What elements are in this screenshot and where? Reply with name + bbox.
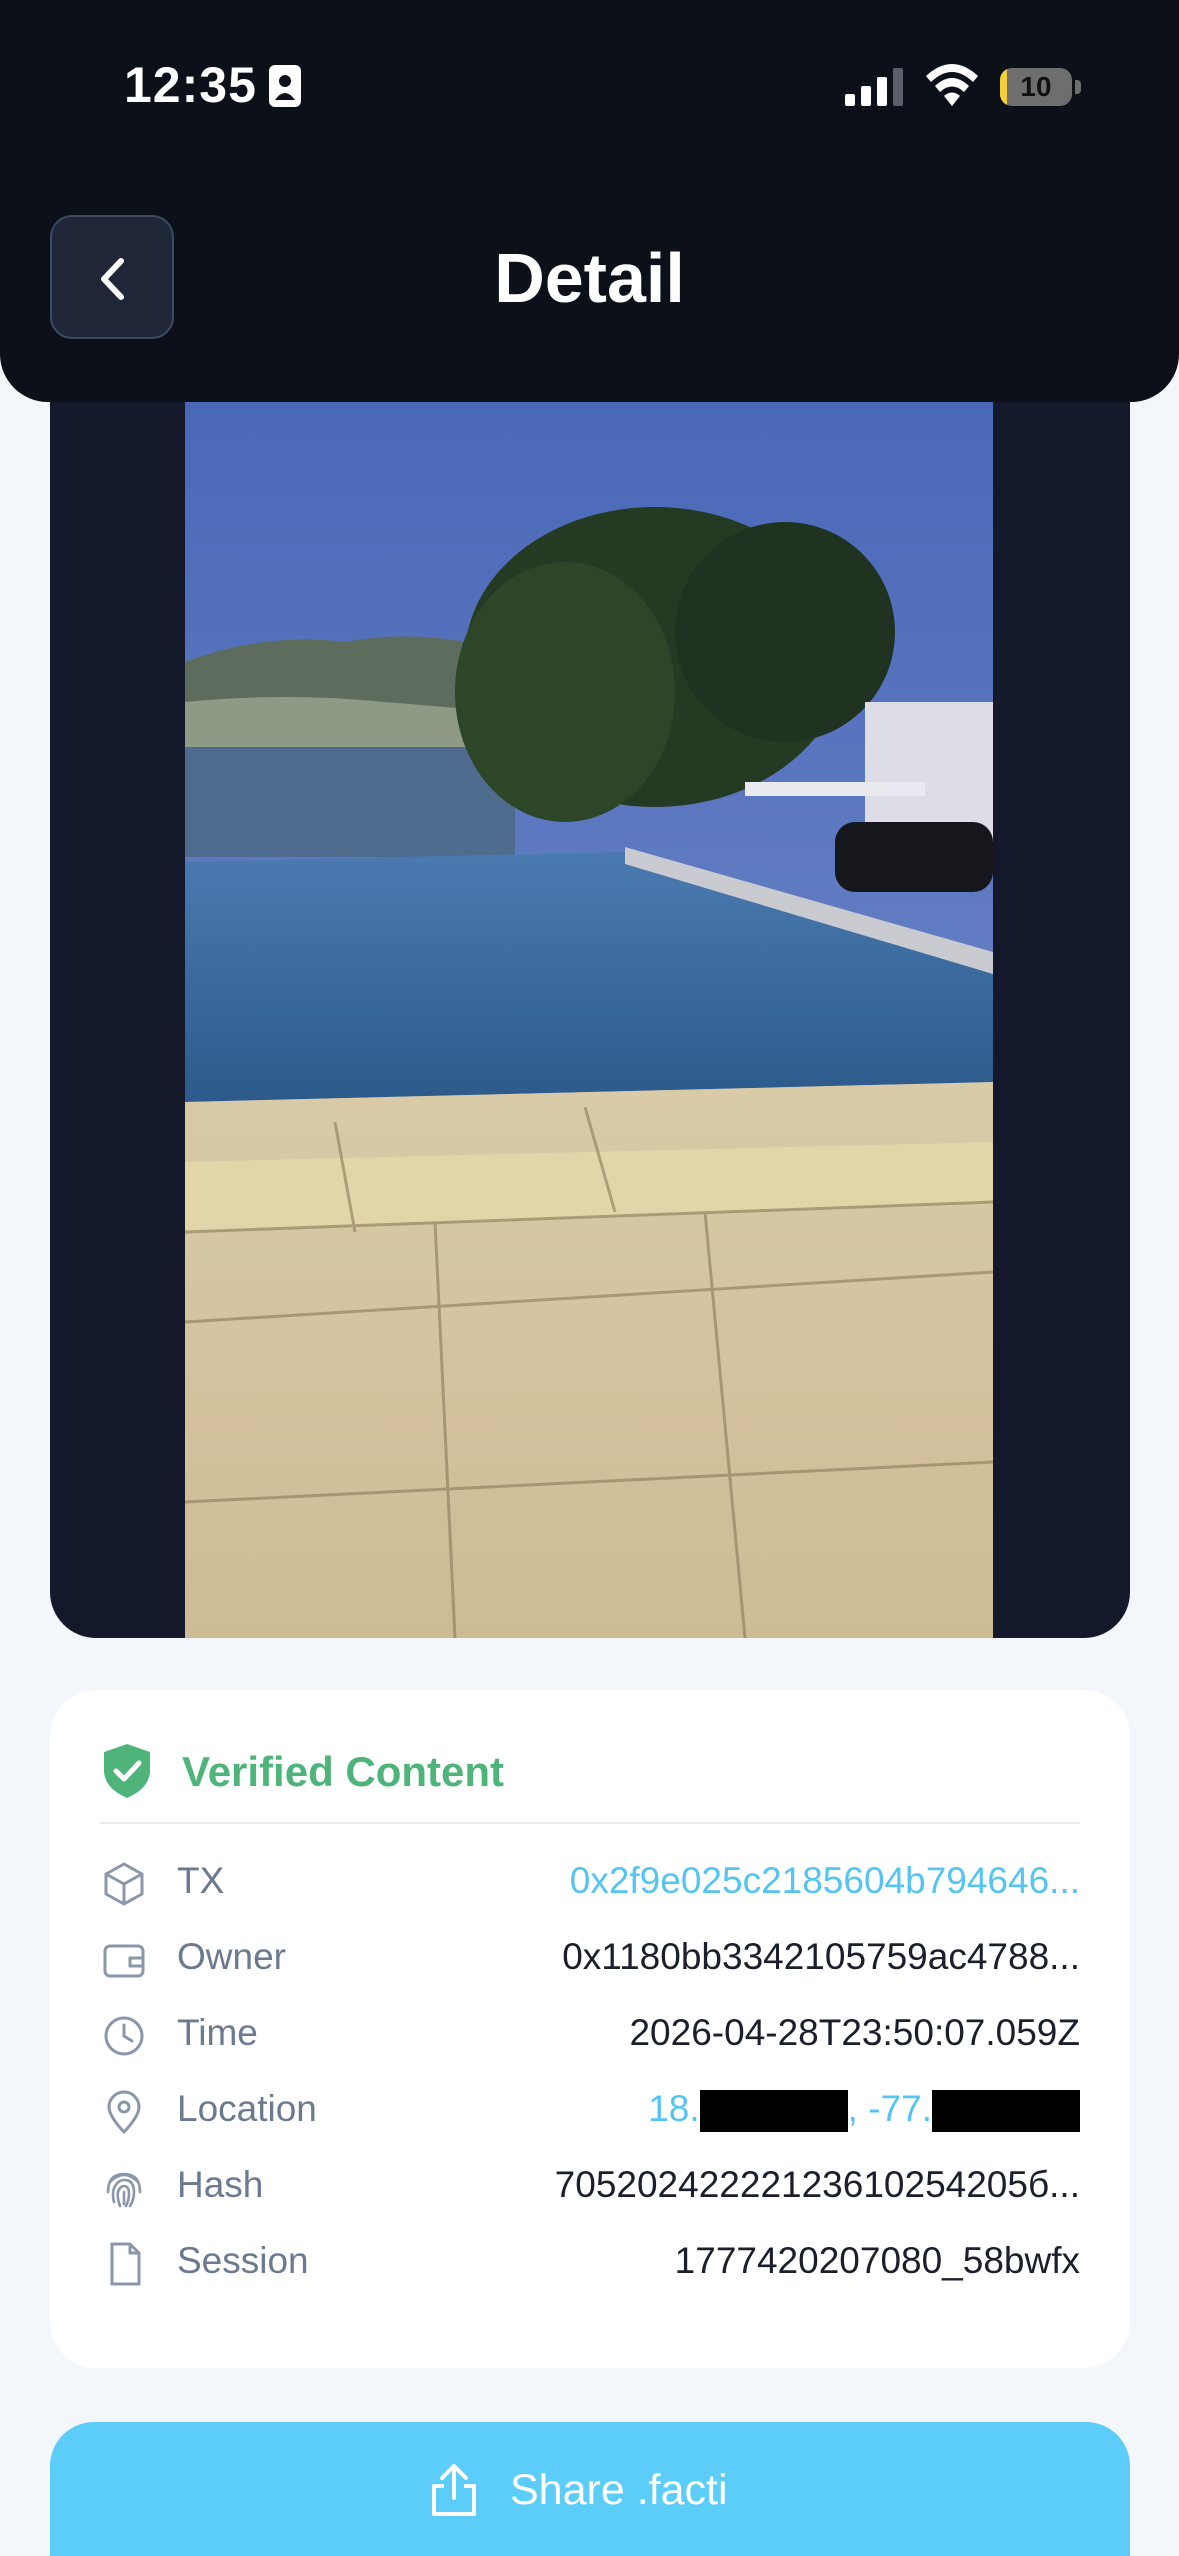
fingerprint-icon [106, 2172, 142, 2208]
latitude-prefix: 18. [648, 2088, 700, 2129]
id-card-icon [269, 65, 301, 107]
status-bar: 12:35 10 [0, 0, 1179, 150]
shield-check-icon [104, 1744, 150, 1798]
redaction-bar [932, 2090, 1080, 2133]
divider [100, 1822, 1080, 1824]
tx-value-link[interactable]: 0x2f9e025c2185604b794646... [570, 1860, 1080, 1902]
share-icon [432, 2464, 476, 2516]
map-pin-icon [107, 2090, 141, 2134]
file-icon [110, 2242, 141, 2286]
redaction-bar [699, 2090, 848, 2133]
clock: 12:35 [124, 57, 257, 113]
header: 12:35 10 Detail [0, 0, 1179, 402]
media-card [50, 330, 1130, 1638]
page-title: Detail [494, 239, 685, 317]
owner-label: Owner [177, 1936, 286, 1977]
longitude-prefix: , -77. [847, 2088, 932, 2129]
time-label: Time [177, 2012, 258, 2053]
owner-value: 0x1180bb3342105759ac4788... [562, 1936, 1080, 1977]
battery-level: 10 [1020, 71, 1052, 102]
tx-label: TX [177, 1860, 225, 1901]
session-row: Session 1777420207080_58bwfx [100, 2232, 1080, 2302]
share-button[interactable]: Share .facti [50, 2422, 1130, 2556]
hash-value: 70520242222123610254205б... [554, 2164, 1080, 2205]
location-row: Location 18. , -77. [100, 2080, 1080, 2150]
time-row: Time 2026-04-28T23:50:07.059Z [100, 2004, 1080, 2074]
hash-row: Hash 70520242222123610254205б... [100, 2156, 1080, 2226]
battery-cap [1075, 80, 1081, 94]
captured-photo[interactable] [185, 402, 993, 1638]
cellular-signal-icon [845, 68, 903, 106]
wifi-icon [926, 64, 978, 106]
tx-row: TX 0x2f9e025c2185604b794646... [100, 1852, 1080, 1922]
share-label: Share .facti [510, 2466, 728, 2514]
cube-icon [104, 1862, 144, 1906]
wallet-icon [103, 1944, 145, 1978]
session-label: Session [177, 2240, 309, 2281]
verified-title: Verified Content [182, 1748, 505, 1795]
location-label: Location [177, 2088, 317, 2129]
verified-content-card: Verified Content TX 0x2f9e025c2185604b79… [50, 1690, 1130, 2368]
clock-icon [104, 2016, 144, 2056]
session-value: 1777420207080_58bwfx [674, 2240, 1080, 2281]
location-value-link[interactable]: 18. , -77. [648, 2088, 1080, 2133]
hash-label: Hash [177, 2164, 264, 2205]
battery-icon: 10 [1000, 68, 1072, 106]
owner-row: Owner 0x1180bb3342105759ac4788... [100, 1928, 1080, 1998]
time-value: 2026-04-28T23:50:07.059Z [629, 2012, 1080, 2053]
